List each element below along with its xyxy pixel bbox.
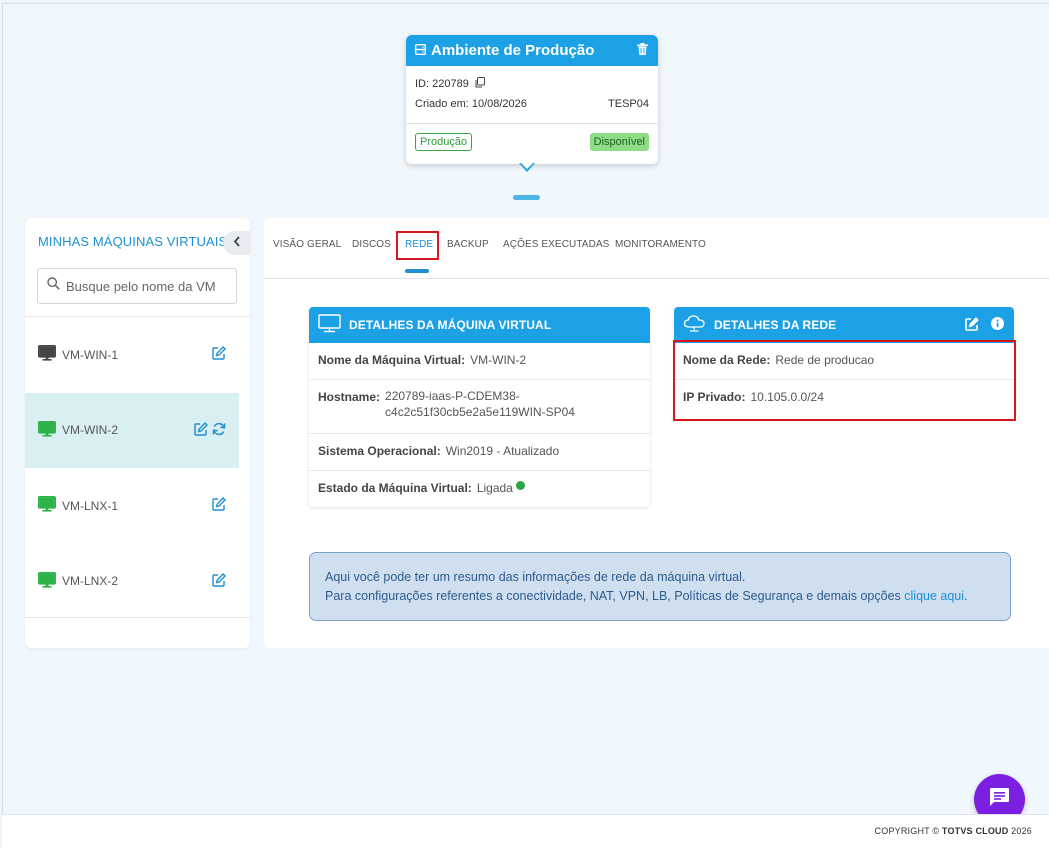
edit-icon[interactable] xyxy=(965,316,979,334)
environment-code: TESP04 xyxy=(608,98,649,110)
vm-list-item[interactable]: VM-LNX-2 xyxy=(25,544,250,620)
environment-card[interactable]: Ambiente de Produção ID: 220789 Criado e… xyxy=(406,35,658,164)
tab-bar: VISÃO GERAL DISCOS REDE BACKUP AÇÕES EXE… xyxy=(264,218,1049,279)
os-row: Sistema Operacional: Win2019 - Atualizad… xyxy=(309,434,650,471)
environment-created: Criado em: 10/08/2026 xyxy=(415,98,527,110)
monitor-icon xyxy=(318,314,341,336)
monitor-icon xyxy=(38,496,56,515)
copy-icon[interactable] xyxy=(475,77,485,91)
private-ip-value: 10.105.0.0/24 xyxy=(750,390,824,404)
environment-card-header: Ambiente de Produção xyxy=(406,35,658,66)
status-dot-icon xyxy=(515,481,525,490)
cloud-icon xyxy=(683,314,706,336)
hostname-value: 220789-iaas-P-CDEM38- c4c2c51f30cb5e2a5e… xyxy=(385,389,575,419)
hostname-row: Hostname: 220789-iaas-P-CDEM38- c4c2c51f… xyxy=(309,380,650,434)
tab-backup[interactable]: BACKUP xyxy=(447,239,489,250)
info-alert: Aqui você pode ter um resumo das informa… xyxy=(309,552,1011,621)
tab-visao-geral[interactable]: VISÃO GERAL xyxy=(273,239,341,250)
collapse-sidebar-button[interactable] xyxy=(223,231,250,255)
vm-details-card: DETALHES DA MÁQUINA VIRTUAL Nome da Máqu… xyxy=(309,307,650,507)
info-text: Aqui você pode ter um resumo das informa… xyxy=(325,570,746,584)
vm-list-item[interactable]: VM-LNX-1 xyxy=(25,468,250,544)
environment-id: ID: 220789 xyxy=(415,78,469,90)
monitor-icon xyxy=(38,345,56,364)
vm-list-item[interactable]: VM-WIN-1 xyxy=(25,317,250,393)
network-name-row: Nome da Rede: Rede de producao xyxy=(674,343,1014,380)
vm-list: VM-WIN-1 VM-WIN-2 VM-LNX-1 VM-LNX-2 xyxy=(25,316,250,618)
monitor-icon xyxy=(38,420,56,440)
chat-icon xyxy=(989,787,1010,812)
info-text: Para configurações referentes a conectiv… xyxy=(325,589,968,603)
configuration-link[interactable]: clique aqui xyxy=(904,589,964,603)
sidebar-title: MINHAS MÁQUINAS VIRTUAIS xyxy=(38,234,228,249)
vm-name-row: Nome da Máquina Virtual: VM-WIN-2 xyxy=(309,343,650,380)
monitor-icon xyxy=(38,571,56,591)
refresh-icon[interactable] xyxy=(212,422,226,439)
environment-type-badge: Produção xyxy=(415,133,473,151)
server-icon xyxy=(414,42,427,60)
vm-search[interactable] xyxy=(37,268,237,304)
vm-state-value: Ligada xyxy=(476,481,513,495)
search-icon xyxy=(47,277,60,295)
trash-icon[interactable] xyxy=(637,42,648,60)
network-name-value: Rede de producao xyxy=(775,353,875,367)
vm-details-panel: VISÃO GERAL DISCOS REDE BACKUP AÇÕES EXE… xyxy=(264,218,1049,648)
search-input[interactable] xyxy=(66,278,226,294)
chevron-left-icon xyxy=(233,234,241,252)
active-tab-highlight xyxy=(396,231,439,260)
info-icon[interactable] xyxy=(991,317,1004,333)
vm-state-row: Estado da Máquina Virtual: Ligada xyxy=(309,471,650,507)
edit-icon[interactable] xyxy=(194,421,208,439)
vm-list-item-active[interactable]: VM-WIN-2 xyxy=(25,392,239,468)
tab-acoes-executadas[interactable]: AÇÕES EXECUTADAS xyxy=(503,239,609,250)
network-details-card: DETALHES DA REDE Nome da Rede: Rede de p… xyxy=(674,307,1014,419)
vm-details-title: DETALHES DA MÁQUINA VIRTUAL xyxy=(349,318,552,332)
os-value: Win2019 - Atualizado xyxy=(445,444,560,458)
private-ip-row: IP Privado: 10.105.0.0/24 xyxy=(674,380,1014,417)
network-details-header: DETALHES DA REDE xyxy=(674,307,1014,343)
footer: COPYRIGHT © TOTVS CLOUD 2026 xyxy=(2,814,1049,848)
tab-discos[interactable]: DISCOS xyxy=(352,239,391,250)
vm-name-value: VM-WIN-2 xyxy=(470,353,527,367)
edit-icon[interactable] xyxy=(212,497,226,514)
active-tab-indicator xyxy=(405,269,429,273)
status-badge: Disponível xyxy=(589,133,649,151)
edit-icon[interactable] xyxy=(212,572,226,590)
edit-icon[interactable] xyxy=(212,346,226,363)
vm-sidebar: MINHAS MÁQUINAS VIRTUAIS VM-WIN-1 xyxy=(25,218,250,648)
copyright: COPYRIGHT © TOTVS CLOUD 2026 xyxy=(874,826,1032,836)
vm-details-header: DETALHES DA MÁQUINA VIRTUAL xyxy=(309,307,650,343)
environment-title: Ambiente de Produção xyxy=(431,42,595,59)
network-details-title: DETALHES DA REDE xyxy=(714,318,837,332)
tab-monitoramento[interactable]: MONITORAMENTO xyxy=(615,239,706,250)
carousel-indicator[interactable] xyxy=(513,195,540,200)
